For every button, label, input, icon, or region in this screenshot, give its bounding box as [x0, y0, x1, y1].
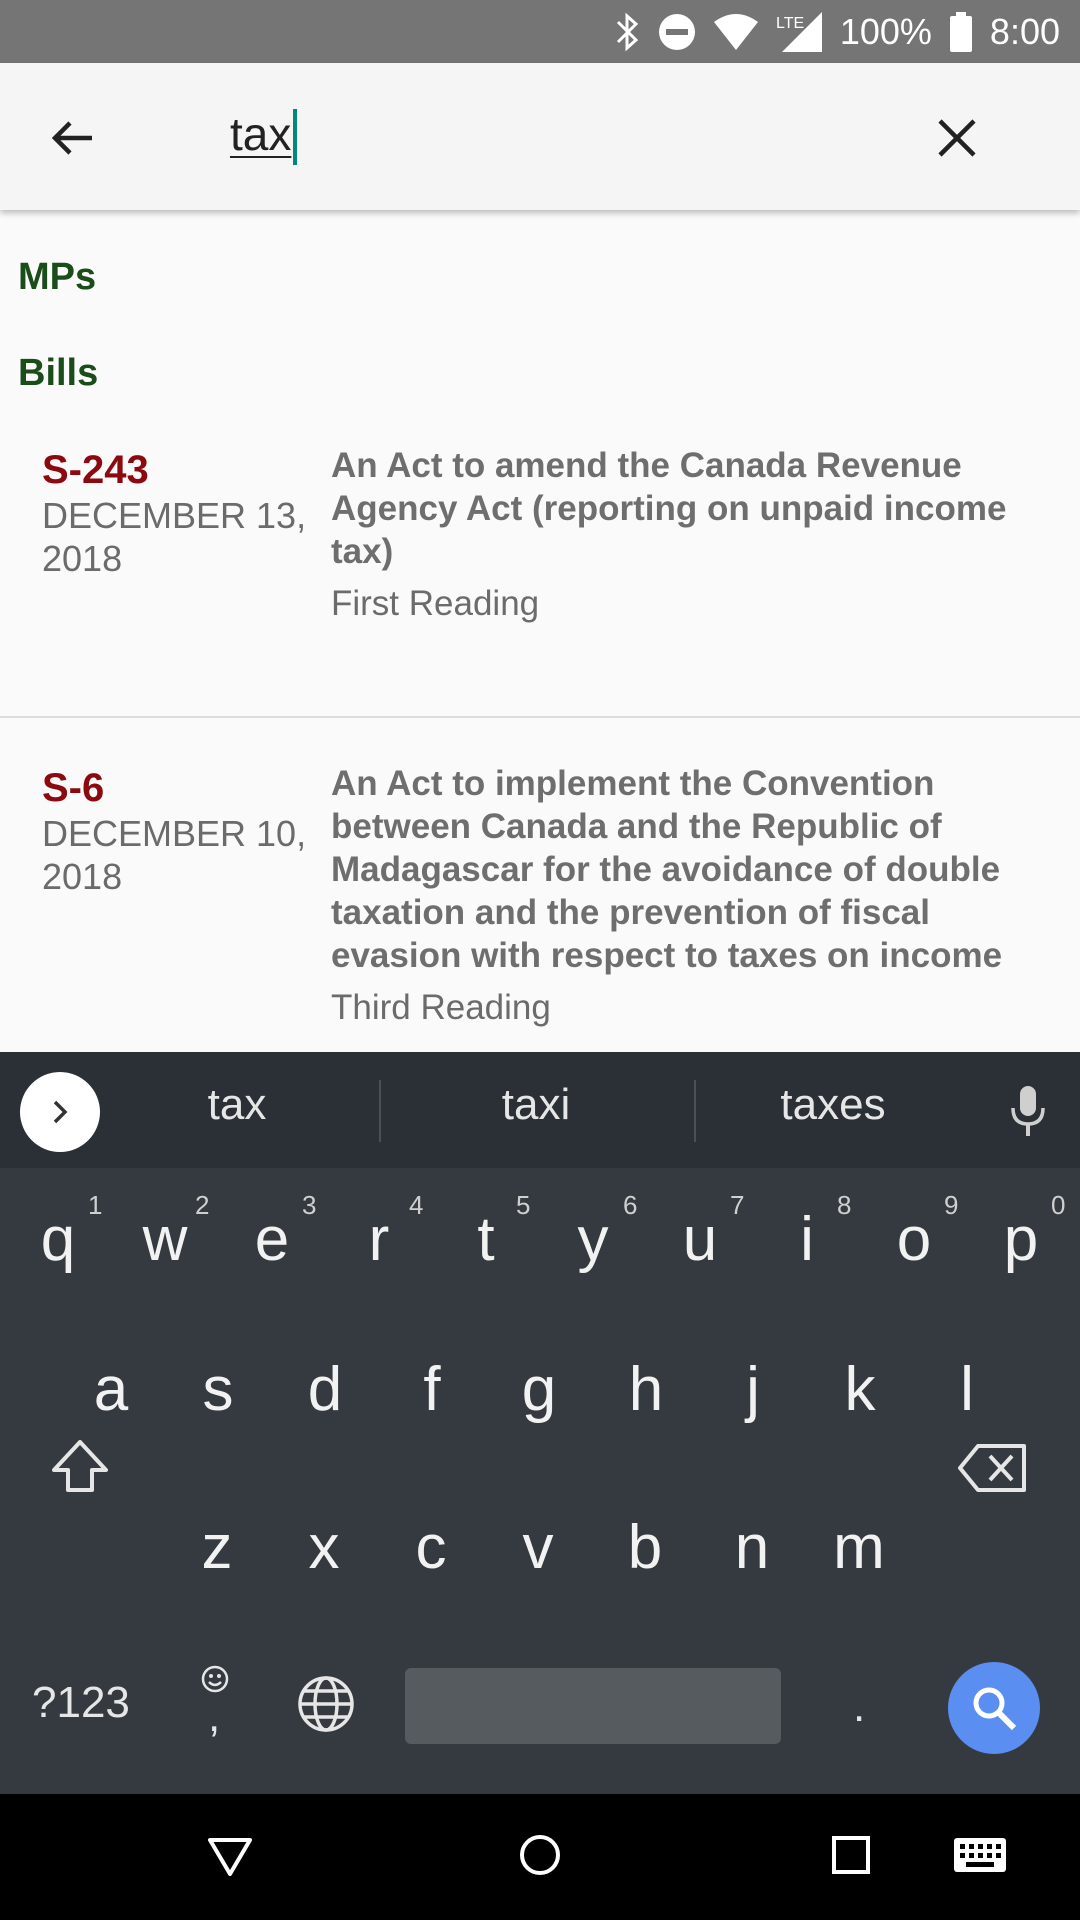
- key-h[interactable]: h: [596, 1354, 696, 1425]
- key-a[interactable]: a: [61, 1354, 161, 1425]
- key-n[interactable]: n: [702, 1512, 802, 1583]
- key-hint: 8: [837, 1190, 852, 1220]
- suggestion-divider: [694, 1080, 696, 1142]
- suggestion-2[interactable]: taxi: [406, 1080, 666, 1130]
- shift-icon: [52, 1440, 108, 1492]
- home-nav-icon[interactable]: [515, 1830, 565, 1885]
- section-header-bills: Bills: [18, 352, 99, 394]
- key-k[interactable]: k: [810, 1354, 910, 1425]
- search-input[interactable]: tax: [230, 107, 291, 161]
- suggestion-3[interactable]: taxes: [703, 1080, 963, 1130]
- clear-search-button[interactable]: [932, 113, 982, 163]
- period-key[interactable]: .: [853, 1682, 865, 1732]
- key-g[interactable]: g: [489, 1354, 589, 1425]
- bill-date: DECEMBER 10, 2018: [42, 813, 307, 897]
- arrow-left-icon: [51, 121, 92, 155]
- bill-number: S-6: [42, 766, 105, 810]
- key-hint: 1: [88, 1190, 103, 1220]
- key-c[interactable]: c: [381, 1512, 481, 1583]
- suggestion-strip: tax taxi taxes: [0, 1052, 1080, 1168]
- microphone-icon[interactable]: [1008, 1084, 1048, 1145]
- section-header-mps: MPs: [18, 256, 97, 298]
- bill-date: DECEMBER 13, 2018: [42, 495, 307, 579]
- key-hint: 9: [944, 1190, 959, 1220]
- wifi-icon: [713, 13, 758, 50]
- key-hint: 7: [730, 1190, 745, 1220]
- comma-key[interactable]: ,: [208, 1692, 220, 1742]
- battery-icon: [949, 11, 972, 52]
- search-key[interactable]: [948, 1662, 1040, 1754]
- divider: [0, 716, 1080, 718]
- bill-item[interactable]: S-6 DECEMBER 10, 2018 An Act to implemen…: [0, 764, 1080, 1052]
- language-key[interactable]: [296, 1674, 356, 1739]
- key-z[interactable]: z: [167, 1512, 267, 1583]
- suggestion-divider: [379, 1080, 381, 1142]
- key-j[interactable]: j: [703, 1354, 803, 1425]
- expand-toolbar-button[interactable]: [20, 1072, 100, 1152]
- clock: 8:00: [989, 10, 1060, 52]
- key-d[interactable]: d: [275, 1354, 375, 1425]
- globe-icon: [298, 1676, 354, 1732]
- keyboard: tax taxi taxes ?123 , . q 1 w 2 e 3 r 4 …: [0, 1052, 1080, 1794]
- recents-nav-icon[interactable]: [826, 1830, 876, 1885]
- key-f[interactable]: f: [382, 1354, 482, 1425]
- key-hint: 2: [195, 1190, 210, 1220]
- bill-status: First Reading: [331, 584, 540, 623]
- key-b[interactable]: b: [595, 1512, 695, 1583]
- backspace-icon: [958, 1444, 1026, 1492]
- search-bar: tax: [0, 63, 1080, 210]
- key-s[interactable]: s: [168, 1354, 268, 1425]
- backspace-key[interactable]: [958, 1442, 1028, 1499]
- do-not-disturb-icon: [658, 13, 696, 51]
- navigation-bar: [0, 1794, 1080, 1920]
- bluetooth-icon: [614, 12, 640, 52]
- close-icon: [938, 119, 976, 157]
- lte-signal-icon: LTE: [776, 11, 822, 52]
- back-button[interactable]: [48, 113, 98, 163]
- status-bar: LTE 100% 8:00: [0, 0, 1080, 63]
- key-x[interactable]: x: [274, 1512, 374, 1583]
- bill-title: An Act to implement the Convention betwe…: [331, 764, 1003, 975]
- space-bar[interactable]: [405, 1668, 781, 1744]
- key-hint: 5: [516, 1190, 531, 1220]
- symbols-key[interactable]: ?123: [32, 1678, 130, 1728]
- keyboard-switcher-icon[interactable]: [952, 1830, 1008, 1885]
- bill-number: S-243: [42, 448, 149, 492]
- chevron-right-icon: [53, 1100, 68, 1124]
- shift-key[interactable]: [50, 1438, 110, 1499]
- key-v[interactable]: v: [488, 1512, 588, 1583]
- bill-status: Third Reading: [331, 988, 551, 1027]
- battery-percent: 100%: [839, 10, 932, 52]
- search-icon: [973, 1687, 1017, 1731]
- key-m[interactable]: m: [809, 1512, 909, 1583]
- key-hint: 6: [623, 1190, 638, 1220]
- back-nav-icon[interactable]: [205, 1830, 255, 1885]
- key-l[interactable]: l: [917, 1354, 1017, 1425]
- text-cursor: [293, 109, 297, 165]
- suggestion-1[interactable]: tax: [107, 1080, 367, 1130]
- search-results: MPs Bills S-243 DECEMBER 13, 2018 An Act…: [0, 210, 1080, 1052]
- bill-title: An Act to amend the Canada Revenue Agenc…: [331, 446, 1007, 571]
- svg-text:LTE: LTE: [776, 15, 804, 32]
- key-hint: 0: [1051, 1190, 1066, 1220]
- key-hint: 4: [409, 1190, 424, 1220]
- key-hint: 3: [302, 1190, 317, 1220]
